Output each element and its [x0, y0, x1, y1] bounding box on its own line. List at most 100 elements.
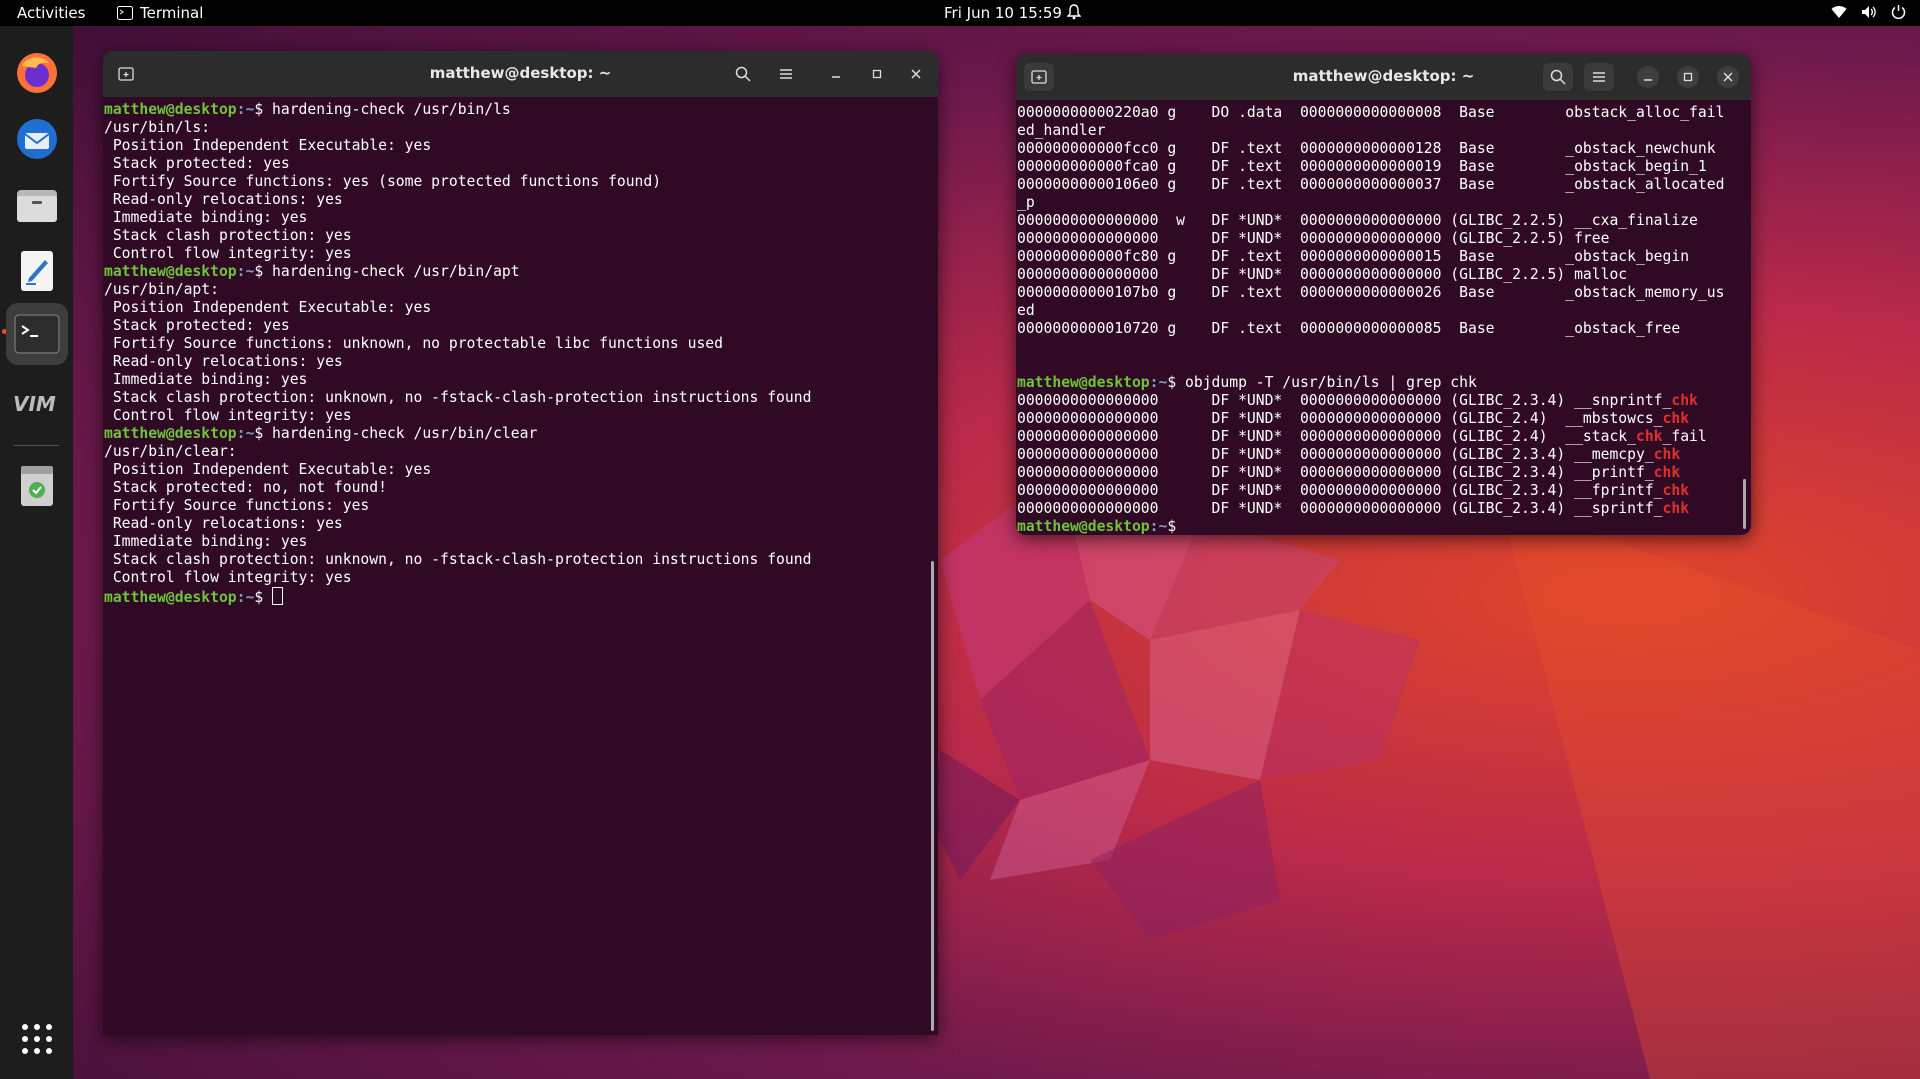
app-name: Terminal [140, 4, 204, 22]
output-line: 00000000000220a0 g DO .data 000000000000… [1017, 104, 1725, 121]
output-line: Stack protected: yes [104, 317, 290, 334]
output-line: ed [1017, 302, 1035, 319]
output-line: _p [1017, 194, 1035, 211]
output-text: _fail [1662, 428, 1707, 445]
output-line: 0000000000000000 DF *UND* 00000000000000… [1017, 446, 1751, 464]
maximize-button[interactable] [866, 63, 888, 85]
prompt-user: matthew@desktop [104, 425, 237, 442]
thunderbird-icon [17, 119, 57, 159]
output-line: Control flow integrity: yes [104, 245, 352, 262]
minimize-button[interactable] [1637, 66, 1659, 88]
terminal-output[interactable]: matthew@desktop:~$ hardening-check /usr/… [104, 97, 938, 1035]
dock-thunderbird[interactable] [12, 114, 62, 164]
prompt-path: :~ [236, 589, 255, 606]
output-line: Fortify Source functions: yes (some prot… [104, 173, 662, 190]
dock: VIM [0, 26, 73, 1079]
output-line: Stack protected: no, not found! [104, 479, 387, 496]
titlebar[interactable]: matthew@desktop: ~ [103, 51, 938, 97]
system-tray[interactable] [1831, 4, 1906, 19]
prompt-line: matthew@desktop:~$ hardening-check /usr/… [104, 263, 938, 281]
prompt-line: matthew@desktop:~$ hardening-check /usr/… [104, 425, 938, 443]
grep-match: chk [1635, 428, 1663, 445]
dock-show-apps[interactable] [12, 1014, 62, 1064]
dock-trash[interactable] [12, 460, 62, 510]
output-line: 0000000000000000 DF *UND* 00000000000000… [1017, 410, 1751, 428]
minimize-button[interactable] [825, 63, 847, 85]
hamburger-menu-icon [1593, 72, 1605, 82]
files-icon [17, 190, 57, 222]
prompt-user: matthew@desktop [104, 263, 237, 280]
top-bar: Activities Terminal Fri Jun 10 15:59 [0, 0, 1920, 26]
terminal-app-icon [117, 6, 133, 20]
output-text: 0000000000000000 DF *UND* 00000000000000… [1017, 410, 1663, 427]
search-button[interactable] [1543, 63, 1573, 91]
output-text: 0000000000000000 DF *UND* 00000000000000… [1017, 392, 1672, 409]
titlebar[interactable]: matthew@desktop: ~ [1016, 54, 1751, 100]
output-text: 0000000000000000 DF *UND* 00000000000000… [1017, 464, 1654, 481]
grep-match: chk [1662, 500, 1690, 517]
command-text: $ objdump -T /usr/bin/ls | grep chk [1167, 374, 1477, 391]
menu-button[interactable] [771, 60, 801, 88]
scrollbar[interactable] [1743, 479, 1746, 529]
dock-terminal[interactable] [6, 303, 68, 365]
grep-match: chk [1662, 410, 1690, 427]
prompt-line: matthew@desktop:~$ [1017, 518, 1751, 535]
notification-bell-icon[interactable] [1066, 4, 1082, 24]
power-icon [1891, 5, 1906, 19]
output-line: Position Independent Executable: yes [104, 299, 432, 316]
terminal-window-right[interactable]: matthew@desktop: ~ 00000000000220a0 g DO… [1016, 54, 1751, 535]
output-line: 0000000000000000 DF *UND* 00000000000000… [1017, 266, 1628, 283]
output-line: Immediate binding: yes [104, 533, 308, 550]
maximize-icon [872, 69, 882, 79]
close-button[interactable] [1717, 66, 1739, 88]
dock-files[interactable] [12, 180, 62, 230]
output-line: Immediate binding: yes [104, 209, 308, 226]
dock-text-editor[interactable] [12, 246, 62, 296]
dock-firefox[interactable] [12, 48, 62, 98]
prompt-user: matthew@desktop [104, 589, 237, 606]
output-line: Stack protected: yes [104, 155, 290, 172]
activities-button[interactable]: Activities [17, 4, 85, 22]
prompt-user: matthew@desktop [104, 101, 237, 118]
prompt-line: matthew@desktop:~$ [104, 587, 938, 606]
maximize-icon [1683, 72, 1693, 82]
grep-match: chk [1653, 464, 1681, 481]
dock-vim[interactable]: VIM [12, 378, 62, 428]
vim-icon: VIM [13, 392, 56, 415]
clock[interactable]: Fri Jun 10 15:59 [944, 4, 1062, 22]
output-line: Read-only relocations: yes [104, 191, 343, 208]
output-line: Stack clash protection: yes [104, 227, 352, 244]
output-line: 0000000000000000 DF *UND* 00000000000000… [1017, 464, 1751, 482]
terminal-output[interactable]: 00000000000220a0 g DO .data 000000000000… [1017, 100, 1751, 535]
window-title: matthew@desktop: ~ [429, 64, 612, 82]
grep-match: chk [1671, 392, 1698, 409]
close-icon [1723, 72, 1733, 82]
prompt-line: matthew@desktop:~$ objdump -T /usr/bin/l… [1017, 374, 1751, 392]
output-line: 000000000000fc80 g DF .text 000000000000… [1017, 248, 1690, 265]
command-text: $ [254, 589, 273, 606]
search-icon [735, 66, 751, 82]
output-line: 0000000000010720 g DF .text 000000000000… [1017, 320, 1681, 337]
prompt-path: :~ [236, 101, 255, 118]
terminal-window-left[interactable]: matthew@desktop: ~ matthew@desktop:~$ ha… [103, 51, 938, 1035]
dock-separator [14, 445, 59, 446]
text-editor-icon [21, 251, 53, 291]
output-line: 000000000000fcc0 g DF .text 000000000000… [1017, 140, 1716, 157]
app-menu[interactable]: Terminal [117, 4, 203, 22]
output-line: 00000000000107b0 g DF .text 000000000000… [1017, 284, 1725, 301]
search-button[interactable] [728, 60, 758, 88]
maximize-button[interactable] [1677, 66, 1699, 88]
menu-button[interactable] [1584, 63, 1614, 91]
output-line: 0000000000000000 DF *UND* 00000000000000… [1017, 428, 1751, 446]
close-button[interactable] [905, 63, 927, 85]
output-line: Stack clash protection: unknown, no -fst… [104, 551, 812, 568]
prompt-path: :~ [1149, 374, 1168, 391]
scrollbar[interactable] [931, 561, 934, 1031]
output-line: Fortify Source functions: yes [104, 497, 370, 514]
output-line: 0000000000000000 w DF *UND* 000000000000… [1017, 212, 1698, 229]
output-text: 0000000000000000 DF *UND* 00000000000000… [1017, 428, 1636, 445]
prompt-user: matthew@desktop [1017, 518, 1150, 535]
hamburger-menu-icon [780, 69, 792, 79]
prompt-path: :~ [1149, 518, 1168, 535]
